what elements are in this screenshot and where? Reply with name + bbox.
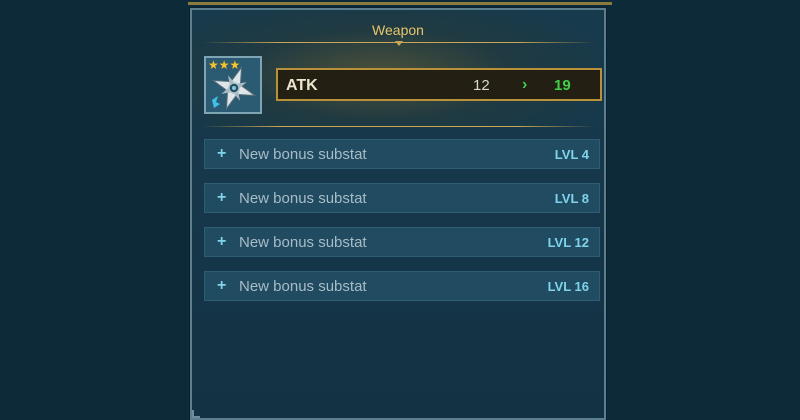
- top-border-line: [188, 2, 612, 5]
- substat-level: LVL 12: [547, 235, 589, 250]
- substat-row[interactable]: + New bonus substat LVL 4: [204, 139, 600, 169]
- star-icon: ★: [229, 58, 241, 72]
- main-stat-current: 12: [473, 77, 490, 94]
- plus-icon: +: [217, 277, 227, 294]
- substat-label: New bonus substat: [239, 278, 367, 295]
- panel-header: Weapon ★ ★ ★ ATK 12 › 19: [192, 10, 604, 128]
- main-stat-next: 19: [554, 77, 571, 94]
- substat-level: LVL 16: [547, 279, 589, 294]
- rarity-stars: ★ ★ ★: [208, 59, 240, 71]
- header-divider: [202, 126, 596, 127]
- main-stat-box: ATK 12 › 19: [276, 68, 602, 101]
- plus-icon: +: [217, 233, 227, 250]
- main-stat-name: ATK: [286, 77, 318, 94]
- substat-level: LVL 8: [554, 191, 589, 206]
- substat-row[interactable]: + New bonus substat LVL 12: [204, 227, 600, 257]
- item-details-panel: Weapon ★ ★ ★ ATK 12 › 19 + New bonus sub…: [188, 2, 612, 420]
- substat-row[interactable]: + New bonus substat LVL 8: [204, 183, 600, 213]
- corner-ornament: [192, 410, 200, 418]
- substat-level: LVL 4: [554, 147, 589, 162]
- star-icon: ★: [208, 58, 219, 72]
- substat-label: New bonus substat: [239, 234, 367, 251]
- weapon-item-slot[interactable]: ★ ★ ★: [204, 56, 262, 114]
- substat-row[interactable]: + New bonus substat LVL 16: [204, 271, 600, 301]
- plus-icon: +: [217, 145, 227, 162]
- panel-title: Weapon: [372, 22, 424, 38]
- title-notch-icon: [395, 41, 403, 46]
- substat-label: New bonus substat: [239, 190, 367, 207]
- substat-label: New bonus substat: [239, 146, 367, 163]
- star-icon: ★: [218, 58, 230, 72]
- upgrade-arrow-icon: ›: [522, 76, 528, 93]
- plus-icon: +: [217, 189, 227, 206]
